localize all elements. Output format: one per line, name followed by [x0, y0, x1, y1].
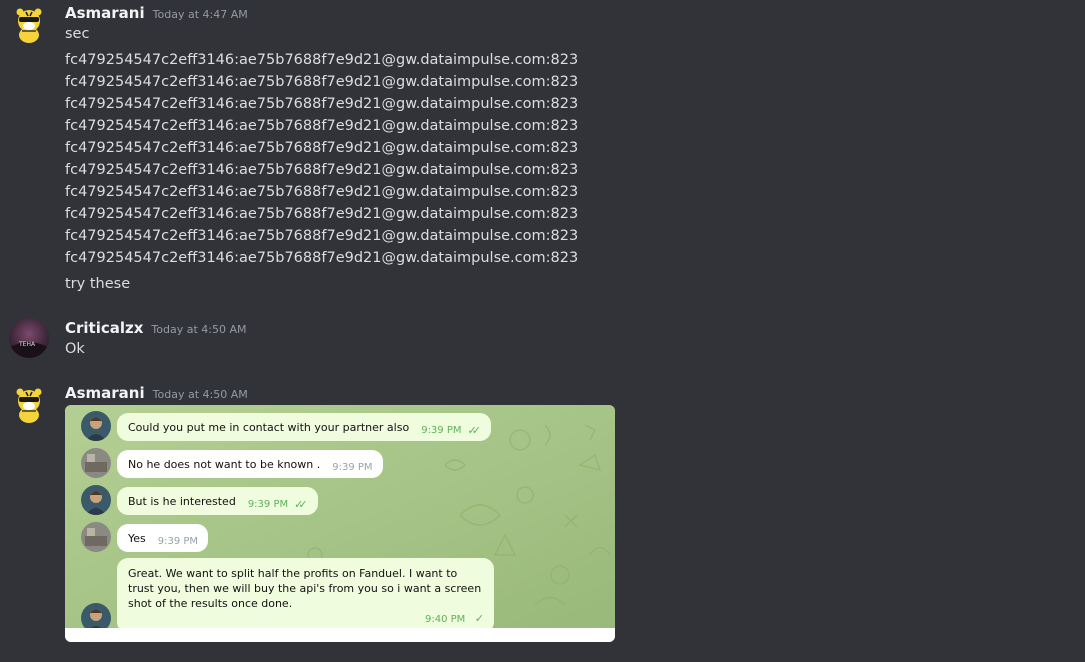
username[interactable]: Criticalzx [65, 319, 143, 337]
message-bubble-incoming: Yes 9:39 PM [117, 524, 209, 552]
message-header: Criticalzx Today at 4:50 AM [65, 319, 247, 337]
tiger-avatar-icon [9, 4, 49, 44]
portrait-avatar-icon [81, 485, 111, 515]
bubble-text: But is he interested [128, 495, 236, 508]
message-text: fc479254547c2eff3146:ae75b7688f7e9d21@gw… [65, 74, 579, 90]
sender-avatar [81, 522, 111, 552]
message-header: Asmarani Today at 4:50 AM [65, 384, 248, 402]
room-photo-avatar-icon [81, 448, 111, 478]
message-text: fc479254547c2eff3146:ae75b7688f7e9d21@gw… [65, 206, 579, 222]
room-photo-avatar-icon [81, 522, 111, 552]
message-text: fc479254547c2eff3146:ae75b7688f7e9d21@gw… [65, 228, 579, 244]
bubble-text: No he does not want to be known . [128, 458, 321, 471]
chat-view: Asmarani Today at 4:47 AM sec fc47925454… [0, 0, 1085, 662]
input-bar-edge [65, 628, 615, 642]
bubble-time: 9:39 PM [421, 425, 462, 436]
timestamp: Today at 4:47 AM [152, 8, 248, 21]
message-text: fc479254547c2eff3146:ae75b7688f7e9d21@gw… [65, 96, 579, 112]
message-text: sec [65, 26, 90, 42]
message-text: fc479254547c2eff3146:ae75b7688f7e9d21@gw… [65, 250, 579, 266]
message-text: fc479254547c2eff3146:ae75b7688f7e9d21@gw… [65, 118, 579, 134]
timestamp: Today at 4:50 AM [151, 323, 247, 336]
double-check-icon: ✓✓ [467, 424, 482, 437]
timestamp: Today at 4:50 AM [152, 388, 248, 401]
bubble-footer: 9:40 PM ✓ [128, 611, 484, 627]
message-bubble-outgoing: Could you put me in contact with your pa… [117, 413, 491, 441]
sender-avatar [81, 485, 111, 515]
avatar[interactable] [9, 4, 49, 44]
portrait-avatar-icon [81, 411, 111, 441]
bubble-text: Could you put me in contact with your pa… [128, 421, 410, 434]
sender-avatar [81, 411, 111, 441]
bubble-time: 9:39 PM [332, 462, 373, 473]
telegram-message: But is he interested 9:39 PM ✓✓ [81, 485, 318, 515]
telegram-message: Yes 9:39 PM [81, 522, 209, 552]
telegram-message: Could you put me in contact with your pa… [81, 411, 491, 441]
bubble-text: Great. We want to split half the profits… [128, 567, 482, 610]
proxy-list: fc479254547c2eff3146:ae75b7688f7e9d21@gw… [65, 49, 578, 269]
message-bubble-outgoing: Great. We want to split half the profits… [117, 558, 494, 633]
message-header: Asmarani Today at 4:47 AM [65, 4, 248, 22]
message-text: fc479254547c2eff3146:ae75b7688f7e9d21@gw… [65, 162, 579, 178]
message-text: Ok [65, 341, 85, 357]
message-bubble-incoming: No he does not want to be known . 9:39 P… [117, 450, 383, 478]
username[interactable]: Asmarani [65, 384, 145, 402]
tiger-avatar-icon [9, 384, 49, 424]
username[interactable]: Asmarani [65, 4, 145, 22]
double-check-icon: ✓✓ [294, 498, 308, 511]
image-attachment[interactable]: Could you put me in contact with your pa… [65, 405, 615, 642]
bubble-time: 9:39 PM [157, 536, 199, 547]
sender-avatar [81, 448, 111, 478]
message-text: fc479254547c2eff3146:ae75b7688f7e9d21@gw… [65, 184, 579, 200]
single-check-icon: ✓ [474, 612, 484, 625]
avatar-label: TEHA [18, 341, 36, 348]
bubble-text: Yes [128, 532, 146, 545]
message-text: try these [65, 276, 131, 292]
message-bubble-outgoing: But is he interested 9:39 PM ✓✓ [117, 487, 318, 515]
avatar[interactable]: TEHA [9, 318, 49, 358]
bubble-time: 9:40 PM [424, 614, 466, 625]
bubble-time: 9:39 PM [247, 499, 289, 510]
profile-avatar-icon: TEHA [9, 318, 49, 358]
message-text: fc479254547c2eff3146:ae75b7688f7e9d21@gw… [65, 52, 579, 68]
avatar[interactable] [9, 384, 49, 424]
telegram-message: No he does not want to be known . 9:39 P… [81, 448, 383, 478]
message-text: fc479254547c2eff3146:ae75b7688f7e9d21@gw… [65, 140, 579, 156]
telegram-message: Great. We want to split half the profits… [81, 558, 494, 633]
